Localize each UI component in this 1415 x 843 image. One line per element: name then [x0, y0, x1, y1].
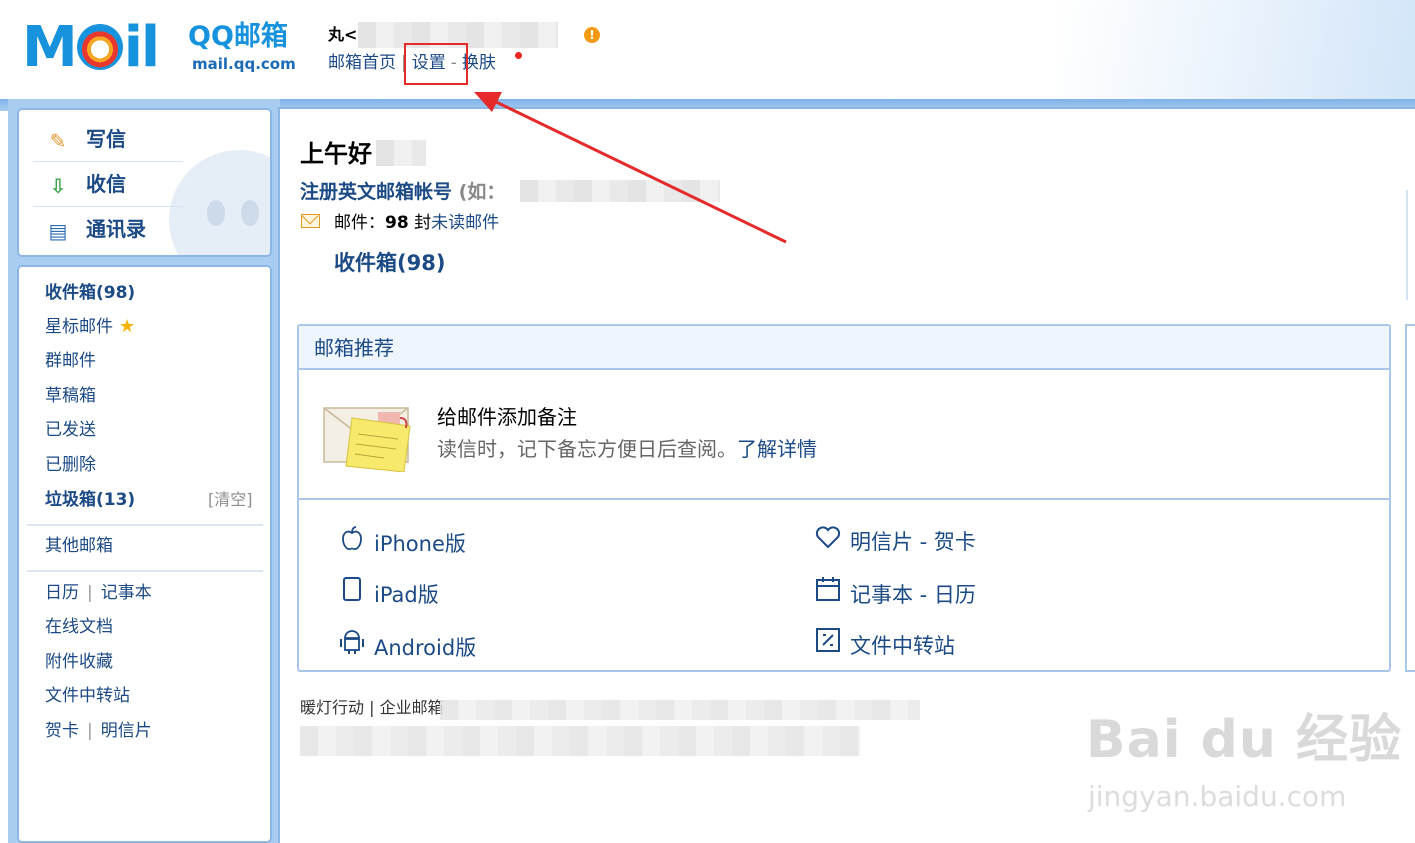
register-link[interactable]: 注册英文邮箱帐号	[300, 181, 452, 203]
qq-penguin-decoration	[169, 150, 270, 255]
android-icon	[338, 627, 366, 661]
heart-icon	[814, 525, 842, 555]
recommend-divider	[299, 498, 1389, 500]
compose-label: 写信	[86, 127, 126, 151]
register-english-account: 注册英文邮箱帐号 (如：	[300, 180, 505, 204]
mailbox-home-link[interactable]: 邮箱首页	[328, 53, 396, 73]
pipe-separator: |	[87, 583, 93, 603]
feature-title: 给邮件添加备注	[437, 405, 577, 429]
divider	[33, 161, 183, 162]
nav-postcard[interactable]: 明信片	[101, 721, 152, 741]
mail-count-label: 邮件：	[334, 213, 385, 233]
app-iphone-label: iPhone版	[374, 532, 466, 556]
right-box-edge	[1405, 324, 1415, 672]
mail-count-value: 98	[385, 213, 409, 233]
apple-icon	[338, 525, 366, 557]
unread-mail-link[interactable]: 未读邮件	[431, 213, 499, 233]
app-android[interactable]: Android版	[338, 627, 476, 661]
spam-clear-link[interactable]: [清空]	[208, 489, 253, 511]
user-name: 丸<	[328, 25, 358, 44]
star-icon: ★	[119, 316, 136, 337]
logo-brand: QQ邮箱	[188, 21, 288, 52]
logo-url: mail.qq.com	[192, 55, 296, 73]
logo[interactable]: Mil	[22, 15, 160, 80]
app-android-label: Android版	[374, 636, 477, 660]
greeting: 上午好	[300, 140, 372, 168]
nav-cards: 贺卡 | 明信片	[45, 720, 152, 742]
nav-other-mailbox[interactable]: 其他邮箱	[45, 535, 113, 557]
sticky-note-shape	[345, 417, 411, 472]
new-badge-dot	[515, 52, 522, 59]
nav-drafts[interactable]: 草稿箱	[45, 385, 96, 407]
receive-button[interactable]: ⇩ 收信	[44, 172, 126, 198]
recommend-header	[299, 326, 1389, 370]
settings-highlight-box	[404, 43, 468, 85]
mail-note-icon	[323, 407, 411, 472]
app-file-transfer-label: 文件中转站	[850, 634, 955, 658]
pipe-separator: |	[87, 721, 93, 741]
redacted-user-name	[376, 140, 426, 166]
logo-letter-m: M	[22, 15, 78, 80]
app-file-transfer[interactable]: 文件中转站	[814, 627, 955, 659]
mail-count: 邮件：98 封未读邮件	[334, 212, 499, 234]
inbox-download-icon: ⇩	[49, 173, 67, 198]
nav-deleted[interactable]: 已删除	[45, 454, 96, 476]
app-iphone[interactable]: iPhone版	[338, 525, 466, 557]
feature-desc-text: 读信时，记下备忘方便日后查阅。	[437, 437, 737, 461]
app-ipad-label: iPad版	[374, 583, 439, 607]
nav-calendar[interactable]: 日历	[45, 583, 79, 603]
nav-starred-label: 星标邮件	[45, 317, 113, 337]
nav-divider	[27, 570, 263, 572]
redacted-example-address	[520, 180, 720, 202]
receive-label: 收信	[86, 172, 126, 196]
divider	[33, 206, 183, 207]
pencil-icon: ✎	[49, 128, 67, 153]
app-postcard-label: 明信片 - 贺卡	[850, 530, 976, 554]
contacts-label: 通讯录	[86, 217, 146, 241]
nav-file-transfer[interactable]: 文件中转站	[45, 685, 130, 707]
logo-letters-il: il	[123, 15, 160, 80]
recommend-title: 邮箱推荐	[314, 336, 394, 360]
nav-greeting-card[interactable]: 贺卡	[45, 721, 79, 741]
file-transfer-icon	[814, 627, 842, 659]
contacts-card-icon: ▤	[48, 218, 68, 243]
footer-links[interactable]: 暖灯行动 | 企业邮箱	[300, 698, 444, 718]
learn-more-link[interactable]: 了解详情	[737, 437, 817, 461]
app-postcard-greeting[interactable]: 明信片 - 贺卡	[814, 525, 976, 555]
nav-spam[interactable]: 垃圾箱(13)	[45, 489, 135, 511]
quick-actions-panel: ✎ 写信 ⇩ 收信 ▤ 通讯录	[17, 108, 272, 257]
right-panel-edge	[1406, 190, 1415, 300]
baidu-jingyan-watermark: Bai du 经验	[1086, 710, 1402, 770]
logo-bell-icon	[76, 24, 123, 70]
calendar-icon	[814, 576, 842, 608]
mail-count-unit: 封	[414, 213, 432, 233]
nav-starred[interactable]: 星标邮件 ★	[45, 316, 135, 338]
warning-icon[interactable]: !	[584, 27, 600, 43]
header-sky-background	[1055, 0, 1415, 100]
app-ipad[interactable]: iPad版	[338, 576, 439, 608]
inbox-summary-link[interactable]: 收件箱(98)	[334, 250, 445, 276]
nav-sent[interactable]: 已发送	[45, 419, 96, 441]
baidu-jingyan-url-watermark: jingyan.baidu.com	[1088, 780, 1347, 813]
nav-divider	[27, 524, 263, 526]
nav-online-docs[interactable]: 在线文档	[45, 616, 113, 638]
nav-group-mail[interactable]: 群邮件	[45, 350, 96, 372]
feature-description: 读信时，记下备忘方便日后查阅。了解详情	[437, 436, 817, 462]
compose-button[interactable]: ✎ 写信	[44, 127, 126, 153]
contacts-button[interactable]: ▤ 通讯录	[44, 217, 146, 243]
nav-attachments[interactable]: 附件收藏	[45, 651, 113, 673]
ipad-icon	[338, 576, 366, 608]
app-notebook-calendar[interactable]: 记事本 - 日历	[814, 576, 976, 608]
nav-inbox[interactable]: 收件箱(98)	[45, 282, 135, 304]
envelope-icon	[301, 214, 320, 228]
register-hint: (如：	[458, 181, 506, 203]
redacted-footer-line-2	[300, 726, 860, 756]
app-notebook-label: 记事本 - 日历	[850, 583, 976, 607]
redacted-footer-line-1	[440, 700, 920, 720]
nav-notebook[interactable]: 记事本	[101, 583, 152, 603]
nav-calendar-notebook: 日历 | 记事本	[45, 582, 152, 604]
